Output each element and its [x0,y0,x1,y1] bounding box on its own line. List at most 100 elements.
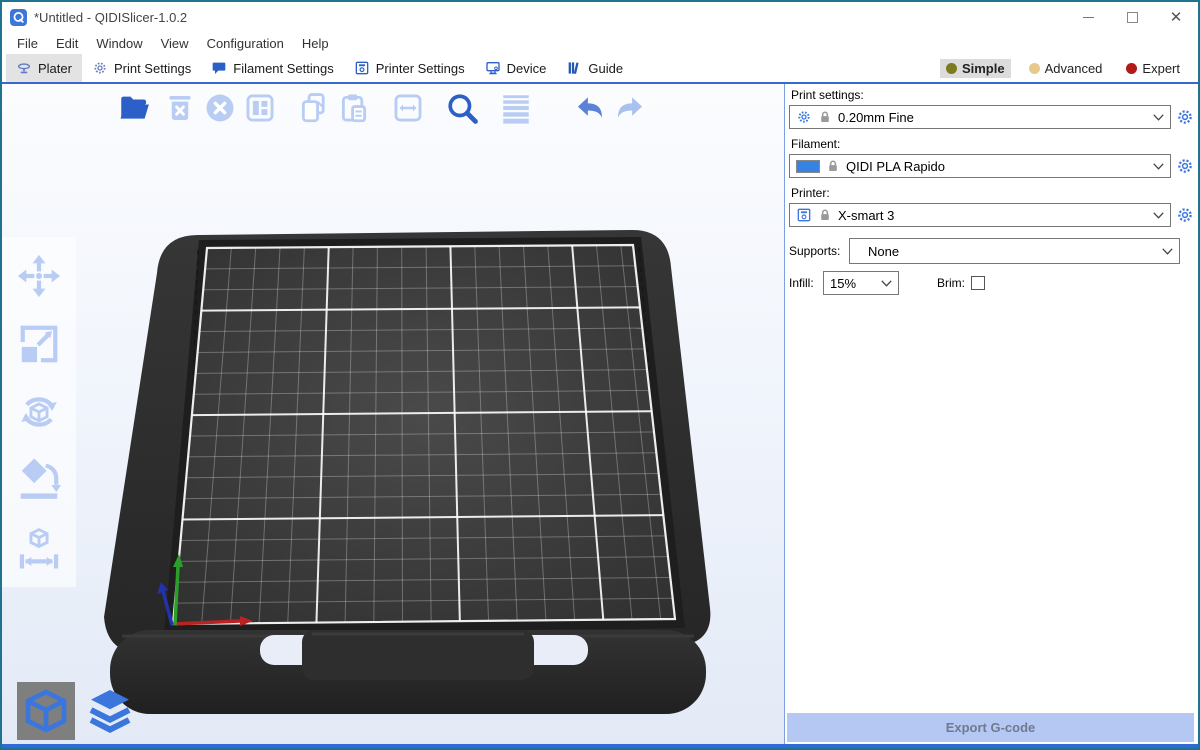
gizmo-toolbar [2,237,76,587]
arrange-icon [243,91,277,125]
chevron-down-icon [1153,114,1164,121]
menubar: File Edit Window View Configuration Help [2,32,1198,54]
tab-plater[interactable]: Plater [6,54,82,82]
tab-label: Plater [38,61,72,76]
advanced-dot-icon [1029,63,1040,74]
infill-combo[interactable]: 15% [823,271,899,295]
redo-icon [613,91,647,125]
move-button[interactable] [16,253,62,299]
measure-icon [16,525,62,571]
tab-filament-settings[interactable]: Filament Settings [201,54,343,82]
menu-configuration[interactable]: Configuration [198,36,293,51]
export-gcode-button[interactable]: Export G-code [787,713,1194,742]
titlebar[interactable]: *Untitled - QIDISlicer-1.0.2 ✕ [2,2,1198,32]
tab-device[interactable]: Device [475,54,557,82]
tab-print-settings[interactable]: Print Settings [82,54,201,82]
printer-label: Printer: [791,186,1194,200]
chevron-down-icon [1153,212,1164,219]
viewport-3d[interactable] [2,84,784,744]
rotate-button[interactable] [16,389,62,435]
mode-simple[interactable]: Simple [940,59,1011,78]
filament-combo[interactable]: QIDI PLA Rapido [789,154,1171,178]
maximize-button[interactable] [1110,2,1154,32]
open-folder-icon [117,91,151,125]
measure-button[interactable] [16,525,62,571]
view-layers-button[interactable] [81,682,139,740]
layers-icon [86,687,134,735]
maximize-icon [1127,12,1138,23]
print-settings-label: Print settings: [791,88,1194,102]
chevron-down-icon [1153,163,1164,170]
mode-advanced[interactable]: Advanced [1023,59,1109,78]
move-icon [16,253,62,299]
gear-icon [1176,206,1194,224]
lock-icon [818,110,832,124]
filament-color-swatch [796,160,820,173]
tab-guide[interactable]: Guide [556,54,633,82]
printer-combo[interactable]: X-smart 3 [789,203,1171,227]
mode-label: Expert [1142,61,1180,76]
place-on-face-button[interactable] [16,457,62,503]
redo-button[interactable] [610,88,650,128]
open-button[interactable] [114,88,154,128]
printer-value: X-smart 3 [838,208,894,223]
infill-label: Infill: [789,276,823,290]
split-icon [391,91,425,125]
undo-button[interactable] [570,88,610,128]
window-title: *Untitled - QIDISlicer-1.0.2 [34,10,187,25]
supports-combo[interactable]: None [849,238,1180,264]
menu-file[interactable]: File [8,36,47,51]
mode-selector: Simple Advanced Expert [940,54,1194,82]
lock-icon [826,159,840,173]
mode-expert[interactable]: Expert [1120,59,1186,78]
copy-button[interactable] [294,88,334,128]
print-settings-icon [92,60,108,76]
menu-help[interactable]: Help [293,36,338,51]
tab-label: Device [507,61,547,76]
menu-window[interactable]: Window [87,36,151,51]
minimize-button[interactable] [1066,2,1110,32]
printer-gear-button[interactable] [1175,206,1194,225]
layer-lines-icon [499,91,533,125]
paste-button[interactable] [334,88,374,128]
cube-3d-icon [22,687,70,735]
split-button[interactable] [388,88,428,128]
close-button[interactable]: ✕ [1154,2,1198,32]
chevron-down-icon [1162,248,1173,255]
search-icon [445,91,479,125]
filament-value: QIDI PLA Rapido [846,159,945,174]
expert-dot-icon [1126,63,1137,74]
scale-button[interactable] [16,321,62,367]
chevron-down-icon [881,280,892,287]
menu-view[interactable]: View [152,36,198,51]
tab-printer-settings[interactable]: Printer Settings [344,54,475,82]
app-window: *Untitled - QIDISlicer-1.0.2 ✕ File Edit… [0,0,1200,750]
paste-icon [337,91,371,125]
printer-icon [796,207,812,223]
main-area: Print settings: 0.20mm Fine Filament: QI… [2,84,1198,744]
trash-icon [163,91,197,125]
print-bed [2,84,784,744]
close-icon: ✕ [1170,10,1183,25]
filament-gear-button[interactable] [1175,157,1194,176]
menu-edit[interactable]: Edit [47,36,87,51]
view-3d-button[interactable] [17,682,75,740]
minimize-icon [1083,17,1094,18]
arrange-button[interactable] [240,88,280,128]
search-button[interactable] [442,88,482,128]
brim-checkbox[interactable] [971,276,985,290]
plater-toolbar [114,88,650,128]
delete-button[interactable] [160,88,200,128]
simple-dot-icon [946,63,957,74]
variable-layer-height-button[interactable] [496,88,536,128]
tab-label: Print Settings [114,61,191,76]
filament-label: Filament: [791,137,1194,151]
delete-all-icon [203,91,237,125]
supports-value: None [868,244,899,259]
tabbar: Plater Print Settings Filament Settings … [2,54,1198,84]
view-switch [17,682,139,740]
printer-settings-icon [354,60,370,76]
delete-all-button[interactable] [200,88,240,128]
print-settings-combo[interactable]: 0.20mm Fine [789,105,1171,129]
print-settings-gear-button[interactable] [1175,108,1194,127]
